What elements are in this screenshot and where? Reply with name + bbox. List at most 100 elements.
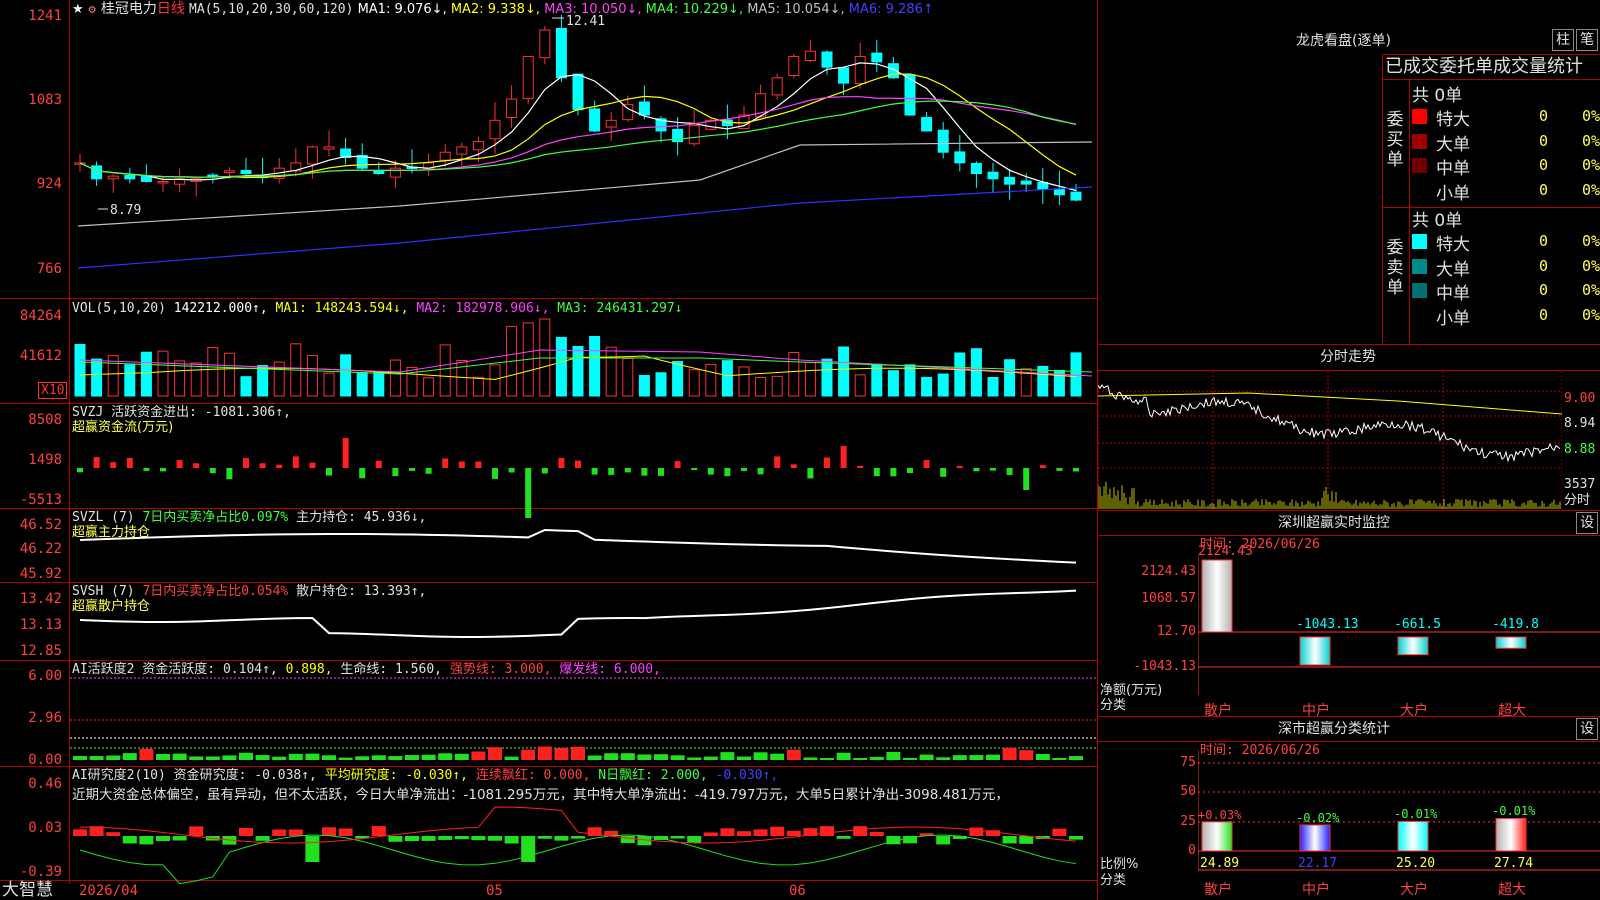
order-percent: 0% — [1581, 156, 1600, 174]
candle-body — [804, 50, 816, 62]
ai2-commentary: 近期大资金总体偏空，虽有异动，但不太活跃，今日大单净流出：-1081.295万元… — [72, 787, 1009, 803]
candle-body — [240, 169, 252, 174]
indicator-value: 爆发线: 6.000, — [559, 662, 661, 677]
activity-bar — [737, 756, 751, 760]
activity-bar — [488, 747, 502, 760]
research-bar — [454, 836, 469, 840]
sz-monitor-chart[interactable] — [1198, 555, 1600, 725]
research-bar — [438, 836, 453, 840]
candle-body — [290, 162, 302, 172]
order-percent: 0% — [1581, 131, 1600, 150]
kline-chart-area[interactable]: 1241 1083 924 766 ★ ⚙ 桂冠电力日线 MA(5,10,20,… — [0, 0, 1098, 900]
ma-label: MA(5,10,20,30,60,120) — [189, 2, 354, 17]
capital-flow-bar — [525, 468, 532, 518]
order-color-swatch — [1412, 133, 1427, 149]
order-count: 0 — [1538, 131, 1548, 150]
buy-total: 共 0单 — [1412, 86, 1463, 106]
sell-total: 共 0单 — [1412, 211, 1463, 231]
research-bar — [1002, 836, 1017, 844]
candle-body — [738, 114, 750, 129]
research-bar — [421, 836, 436, 841]
tick-mode-button[interactable]: 笔 — [1576, 29, 1598, 51]
research-bar — [820, 826, 834, 836]
research-bar — [239, 827, 253, 836]
svsh-subtitle: 超赢散户持仓 — [72, 599, 151, 614]
volume-bar — [555, 336, 567, 397]
svzj-axis-label: -5513 — [19, 492, 62, 508]
candle-body — [788, 56, 800, 76]
period-label[interactable]: 日线 — [157, 1, 185, 17]
star-icon[interactable]: ★ — [72, 2, 84, 17]
candle-body — [622, 103, 634, 121]
sz-class-category: 超大 — [1498, 882, 1526, 898]
volume-bar — [157, 350, 169, 397]
volume-bar — [1070, 352, 1082, 397]
volume-bar — [622, 358, 634, 397]
bar-mode-button[interactable]: 柱 — [1552, 29, 1574, 51]
order-size-label: 小单 — [1436, 308, 1470, 329]
candle-body — [340, 148, 352, 159]
intraday-chart[interactable] — [1098, 371, 1562, 509]
volume-bar — [838, 346, 850, 397]
volume-bar — [240, 376, 252, 397]
sz-class-settings-button[interactable]: 设 — [1576, 718, 1598, 740]
activity-bar — [322, 755, 336, 760]
gear-icon[interactable]: ⚙ — [88, 5, 97, 16]
capital-flow-bar — [292, 456, 299, 468]
ma-line — [79, 73, 1077, 179]
research-bar — [571, 836, 585, 839]
sz-class-chart[interactable] — [1198, 750, 1600, 900]
order-size-label: 中单 — [1436, 159, 1470, 179]
capital-flow-bar — [193, 463, 200, 468]
activity-bar — [703, 756, 718, 760]
svzl-axis-label: 45.92 — [19, 566, 62, 582]
research-bar — [405, 836, 419, 842]
volume-bar — [522, 322, 534, 397]
svzl-axis-label: 46.52 — [19, 517, 62, 533]
indicator-value: MA4: 10.229↓, — [645, 2, 748, 17]
vol-unit-badge: X10 — [38, 382, 68, 399]
vol-axis-label: 41612 — [19, 348, 62, 364]
sz-monitor-settings-button[interactable]: 设 — [1576, 512, 1598, 534]
capital-flow-bar — [575, 460, 581, 468]
research-bar — [205, 836, 220, 841]
volume-bar — [223, 352, 235, 397]
candle-body — [871, 52, 883, 63]
volume-bar — [423, 377, 435, 397]
candle-body — [655, 118, 667, 132]
research-bar — [338, 828, 353, 836]
svsh-axis-label: 12.85 — [19, 643, 62, 659]
activity-bar — [986, 754, 1000, 760]
activity-bar — [537, 746, 552, 760]
sz-class-category: 大户 — [1400, 882, 1428, 898]
ai2-axis-label: 0.03 — [28, 820, 62, 836]
activity-bar — [388, 756, 403, 760]
volume-bar — [921, 376, 933, 397]
capital-flow-bar — [973, 468, 980, 472]
kline-svg — [70, 14, 1097, 885]
volume-bar — [705, 363, 717, 397]
research-bar — [172, 836, 187, 841]
candle-body — [838, 67, 850, 84]
research-bar — [919, 833, 934, 836]
price-axis-label: 1241 — [28, 8, 62, 24]
sz-class-change: -0.02% — [1296, 810, 1340, 825]
price-axis-label: 924 — [36, 176, 62, 192]
indicator-value: 平均研究度: -0.030↑, — [324, 768, 476, 783]
capital-flow-bar — [691, 468, 698, 471]
candle-body — [456, 146, 468, 155]
svzl-subtitle: 超赢主力持仓 — [72, 525, 151, 540]
capital-flow-bar — [508, 468, 515, 473]
intraday-unit: 分时 — [1564, 493, 1591, 508]
vol-label: VOL(5,10,20) — [72, 301, 166, 316]
activity-bar — [122, 753, 137, 760]
activity-bar — [355, 756, 370, 760]
activity-bar — [919, 754, 934, 760]
order-percent: 0% — [1581, 281, 1600, 299]
research-bar — [853, 826, 868, 836]
candle-body — [755, 93, 767, 118]
research-bar — [272, 829, 287, 836]
capital-flow-bar — [608, 468, 615, 475]
activity-bar — [554, 747, 569, 760]
candle-body — [522, 56, 534, 100]
